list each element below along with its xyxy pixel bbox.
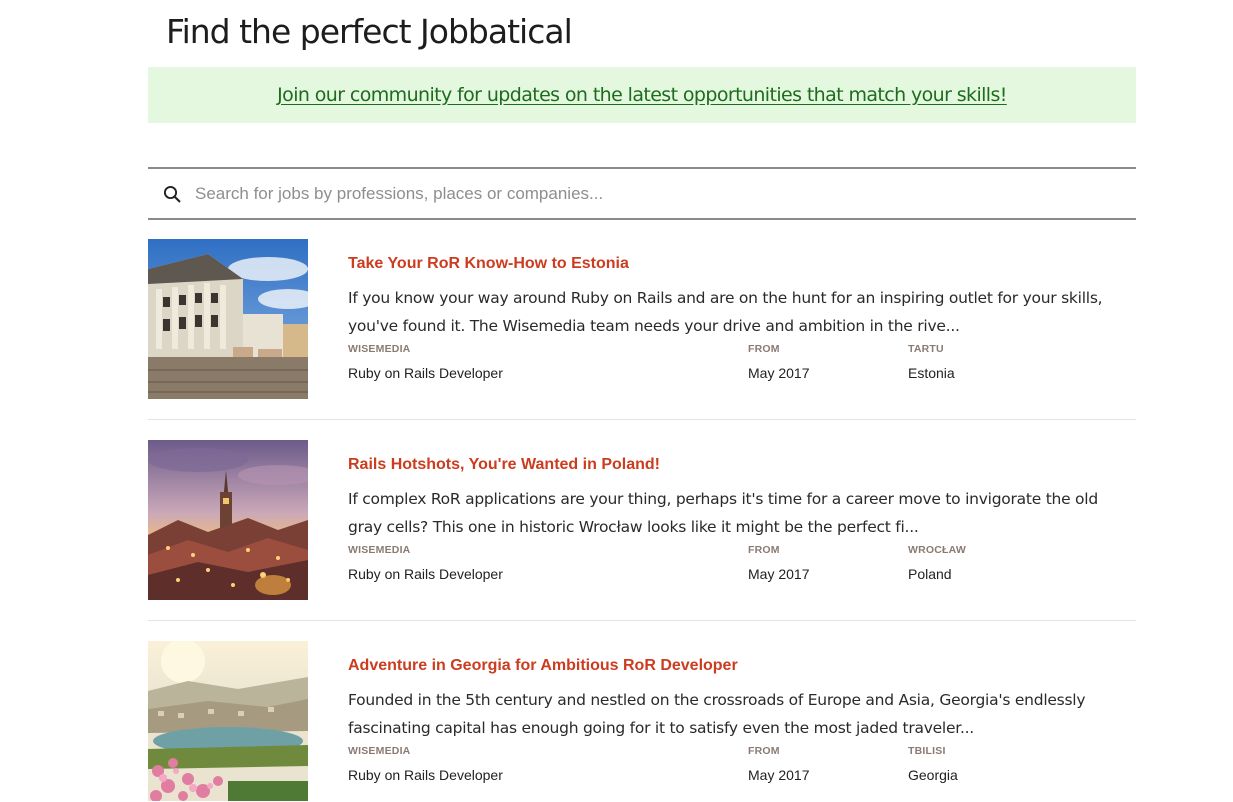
job-role: Ruby on Rails Developer <box>348 365 503 381</box>
city-label: TARTU <box>908 343 944 355</box>
page-title: Find the perfect Jobbatical <box>166 12 573 51</box>
search-input[interactable] <box>195 183 1095 204</box>
job-thumbnail[interactable] <box>148 440 308 600</box>
job-description: If complex RoR applications are your thi… <box>348 490 1098 536</box>
company-label: WISEMEDIA <box>348 544 411 556</box>
country: Georgia <box>908 767 958 783</box>
community-banner: Join our community for updates on the la… <box>148 67 1136 123</box>
from-label: FROM <box>748 745 780 757</box>
from-label: FROM <box>748 544 780 556</box>
job-title[interactable]: Rails Hotshots, You're Wanted in Poland! <box>348 456 660 474</box>
job-listing[interactable]: Take Your RoR Know-How to Estonia If you… <box>148 239 1136 420</box>
job-listing[interactable]: Adventure in Georgia for Ambitious RoR D… <box>148 641 1136 802</box>
job-description: Founded in the 5th century and nestled o… <box>348 691 1086 737</box>
country: Poland <box>908 566 952 582</box>
search-icon <box>163 185 181 203</box>
divider <box>148 620 1136 621</box>
job-title[interactable]: Take Your RoR Know-How to Estonia <box>348 255 629 273</box>
job-listing[interactable]: Rails Hotshots, You're Wanted in Poland!… <box>148 440 1136 621</box>
divider <box>148 419 1136 420</box>
job-thumbnail[interactable] <box>148 641 308 801</box>
job-title[interactable]: Adventure in Georgia for Ambitious RoR D… <box>348 657 738 675</box>
city-label: WROCŁAW <box>908 544 966 556</box>
page: Find the perfect Jobbatical Join our com… <box>0 0 1233 802</box>
join-community-link[interactable]: Join our community for updates on the la… <box>277 84 1007 106</box>
search-bar <box>148 167 1136 220</box>
city-label: TBILISI <box>908 745 946 757</box>
start-date: May 2017 <box>748 566 810 582</box>
start-date: May 2017 <box>748 365 810 381</box>
company-label: WISEMEDIA <box>348 745 411 757</box>
job-role: Ruby on Rails Developer <box>348 767 503 783</box>
country: Estonia <box>908 365 955 381</box>
job-role: Ruby on Rails Developer <box>348 566 503 582</box>
company-label: WISEMEDIA <box>348 343 411 355</box>
job-description: If you know your way around Ruby on Rail… <box>348 289 1103 335</box>
from-label: FROM <box>748 343 780 355</box>
start-date: May 2017 <box>748 767 810 783</box>
job-thumbnail[interactable] <box>148 239 308 399</box>
